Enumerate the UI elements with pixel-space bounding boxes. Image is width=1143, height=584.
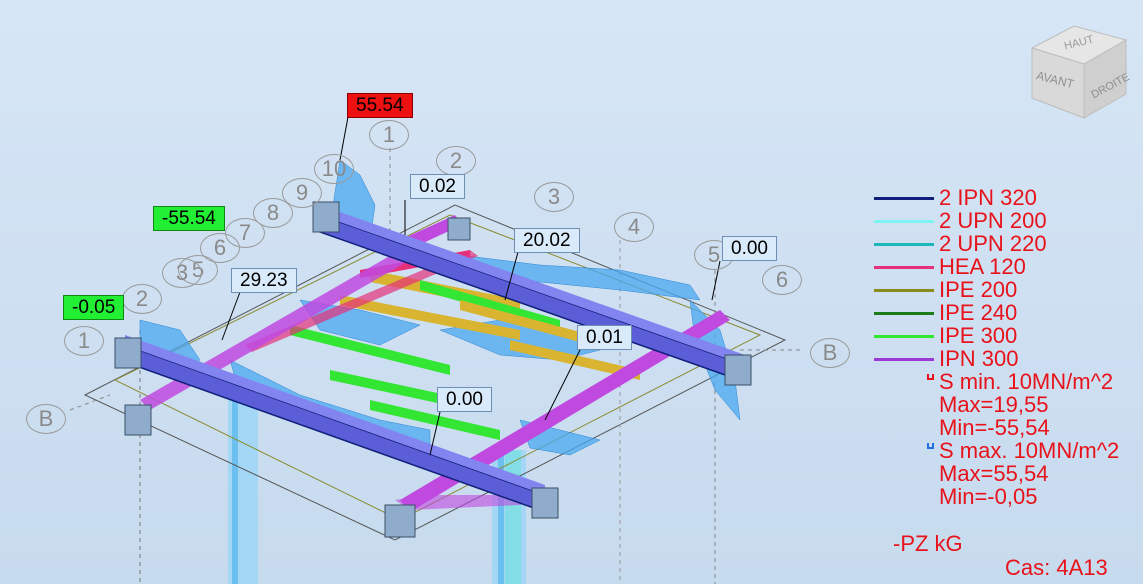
stress-min-min-value: Min=-55,54 (939, 415, 1050, 440)
legend-stress-min: S min. 10MN/m^2 (872, 370, 1143, 393)
legend-label: HEA 120 (939, 254, 1026, 279)
axis-bubble: 1 (64, 326, 104, 356)
legend-label: 2 UPN 200 (939, 208, 1047, 233)
stress-min-label: S min. 10MN/m^2 (939, 369, 1114, 394)
legend-stress-min-max: Max=19,55 (872, 393, 1143, 416)
axis-bubble: 2 (436, 146, 476, 176)
value-label: 0.00 (722, 236, 777, 261)
legend-swatch (874, 335, 934, 338)
legend-item: 2 UPN 200 (872, 209, 1143, 232)
legend-label: 2 IPN 320 (939, 185, 1037, 210)
axis-bubble: 6 (762, 265, 802, 295)
legend-swatch (874, 197, 934, 200)
case-label: Cas: 4A13 (1005, 555, 1108, 580)
legend-label: 2 UPN 220 (939, 231, 1047, 256)
axis-bubble: B (26, 404, 66, 434)
legend-stress-max-max: Max=55,54 (872, 462, 1143, 485)
legend-swatch (874, 312, 934, 315)
legend-label: IPE 200 (939, 277, 1018, 302)
stress-max-marker-icon (927, 443, 934, 449)
axis-bubble: 3 (534, 182, 574, 212)
view-cube[interactable]: HAUT AVANT DROITE (1024, 18, 1134, 122)
legend-item: HEA 120 (872, 255, 1143, 278)
legend-item: IPE 240 (872, 301, 1143, 324)
stress-min-marker-icon (927, 374, 934, 380)
axis-bubble: B (810, 338, 850, 368)
stress-max-label: S max. 10MN/m^2 (939, 438, 1120, 463)
value-label: 29.23 (231, 268, 297, 293)
legend-item: IPE 200 (872, 278, 1143, 301)
legend-item: IPE 300 (872, 324, 1143, 347)
legend-label: IPN 300 (939, 346, 1019, 371)
legend-swatch (874, 243, 934, 246)
value-label: 0.02 (410, 174, 465, 199)
legend-stress-max: S max. 10MN/m^2 (872, 439, 1143, 462)
stress-max-min-value: Min=-0,05 (939, 484, 1038, 509)
legend-label: IPE 300 (939, 323, 1018, 348)
legend-swatch (874, 289, 934, 292)
stress-min-max-value: Max=19,55 (939, 392, 1049, 417)
value-label: 20.02 (514, 228, 580, 253)
axis-bubble: 4 (614, 212, 654, 242)
value-label: 0.01 (577, 325, 632, 350)
value-label-min: -0.05 (63, 295, 125, 320)
legend-item: 2 UPN 220 (872, 232, 1143, 255)
axis-bubble: 10 (314, 154, 354, 184)
legend-item: 2 IPN 320 (872, 186, 1143, 209)
legend-label: IPE 240 (939, 300, 1018, 325)
axis-bubble: 2 (122, 284, 162, 314)
value-label: 0.00 (437, 387, 492, 412)
value-label-max: 55.54 (347, 93, 413, 118)
axis-bubble: 1 (369, 120, 409, 150)
legend-swatch (874, 220, 934, 223)
legend-swatch (874, 266, 934, 269)
legend-swatch (874, 358, 934, 361)
load-label: -PZ kG (893, 531, 963, 556)
legend-item: IPN 300 (872, 347, 1143, 370)
value-label-min: -55.54 (153, 206, 225, 231)
legend-stress-max-min: Min=-0,05 (872, 485, 1143, 508)
stress-max-max-value: Max=55,54 (939, 461, 1049, 486)
legend: 2 IPN 320 2 UPN 200 2 UPN 220 HEA 120 IP… (872, 186, 1143, 508)
legend-stress-min-min: Min=-55,54 (872, 416, 1143, 439)
axis-bubble: 3 (162, 258, 202, 288)
